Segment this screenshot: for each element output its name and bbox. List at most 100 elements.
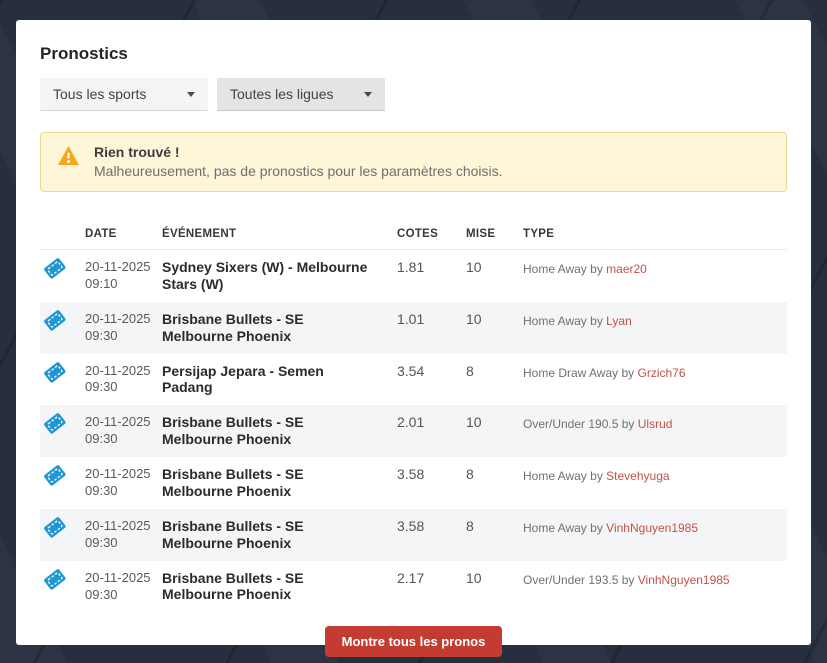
- row-time-value: 09:30: [85, 587, 152, 604]
- user-link[interactable]: Ulsrud: [638, 417, 673, 431]
- row-type-label: Home Away by: [523, 262, 603, 276]
- row-type-label: Home Away by: [523, 469, 603, 483]
- row-type: Over/Under 193.5 by VinhNguyen1985: [523, 561, 787, 613]
- no-results-alert: Rien trouvé ! Malheureusement, pas de pr…: [40, 132, 787, 192]
- page-title: Pronostics: [40, 44, 787, 64]
- ticket-icon[interactable]: [43, 464, 70, 490]
- row-odds: 1.81: [397, 250, 466, 302]
- alert-message: Malheureusement, pas de pronostics pour …: [94, 163, 503, 179]
- ticket-icon[interactable]: [43, 516, 70, 542]
- row-date-value: 20-11-2025: [85, 363, 152, 380]
- user-link[interactable]: Grzich76: [638, 366, 686, 380]
- league-select[interactable]: Toutes les ligues: [217, 78, 385, 111]
- pronostics-card: Pronostics Tous les sports Toutes les li…: [16, 20, 811, 645]
- row-odds: 3.58: [397, 457, 466, 509]
- row-type: Over/Under 190.5 by Ulsrud: [523, 405, 787, 457]
- row-date-value: 20-11-2025: [85, 466, 152, 483]
- row-date: 20-11-2025 09:30: [85, 561, 162, 613]
- row-type-label: Home Away by: [523, 521, 603, 535]
- row-odds: 2.01: [397, 405, 466, 457]
- ticket-icon[interactable]: [43, 309, 70, 335]
- filter-bar: Tous les sports Toutes les ligues: [40, 78, 787, 111]
- row-time-value: 09:30: [85, 328, 152, 345]
- table-header-row: DATE ÉVÉNEMENT COTES MISE TYPE: [40, 219, 787, 250]
- row-date: 20-11-2025 09:10: [85, 250, 162, 302]
- row-stake: 8: [466, 457, 523, 509]
- row-stake: 8: [466, 354, 523, 406]
- row-event: Brisbane Bullets - SE Melbourne Phoenix: [162, 509, 397, 561]
- user-link[interactable]: Stevehyuga: [606, 469, 669, 483]
- header-event: ÉVÉNEMENT: [162, 219, 397, 250]
- row-type: Home Away by VinhNguyen1985: [523, 509, 787, 561]
- row-odds: 1.01: [397, 302, 466, 354]
- warning-triangle-icon: [57, 144, 80, 179]
- header-odds: COTES: [397, 219, 466, 250]
- table-row: 20-11-2025 09:10 Sydney Sixers (W) - Mel…: [40, 250, 787, 302]
- row-icon-cell: [40, 302, 85, 354]
- row-time-value: 09:30: [85, 483, 152, 500]
- row-type-label: Over/Under 190.5 by: [523, 417, 634, 431]
- header-stake: MISE: [466, 219, 523, 250]
- row-event: Brisbane Bullets - SE Melbourne Phoenix: [162, 405, 397, 457]
- row-odds: 3.58: [397, 509, 466, 561]
- row-date: 20-11-2025 09:30: [85, 509, 162, 561]
- row-icon-cell: [40, 509, 85, 561]
- ticket-icon[interactable]: [43, 360, 70, 386]
- row-type: Home Away by Lyan: [523, 302, 787, 354]
- row-date: 20-11-2025 09:30: [85, 405, 162, 457]
- ticket-icon[interactable]: [43, 257, 70, 283]
- user-link[interactable]: Lyan: [606, 314, 632, 328]
- row-time-value: 09:10: [85, 276, 152, 293]
- row-stake: 8: [466, 509, 523, 561]
- header-icon-spacer: [40, 219, 85, 250]
- user-link[interactable]: maer20: [606, 262, 647, 276]
- pronostics-table: DATE ÉVÉNEMENT COTES MISE TYPE 20-11-202…: [40, 219, 787, 612]
- table-row: 20-11-2025 09:30 Brisbane Bullets - SE M…: [40, 509, 787, 561]
- table-row: 20-11-2025 09:30 Brisbane Bullets - SE M…: [40, 457, 787, 509]
- caret-down-icon: [187, 92, 195, 97]
- row-type: Home Away by Stevehyuga: [523, 457, 787, 509]
- header-date: DATE: [85, 219, 162, 250]
- user-link[interactable]: VinhNguyen1985: [606, 521, 698, 535]
- row-type-label: Over/Under 193.5 by: [523, 573, 634, 587]
- row-icon-cell: [40, 457, 85, 509]
- row-time-value: 09:30: [85, 431, 152, 448]
- header-type: TYPE: [523, 219, 787, 250]
- alert-text: Rien trouvé ! Malheureusement, pas de pr…: [94, 144, 503, 179]
- row-stake: 10: [466, 250, 523, 302]
- ticket-icon[interactable]: [43, 567, 70, 593]
- row-date-value: 20-11-2025: [85, 414, 152, 431]
- row-stake: 10: [466, 561, 523, 613]
- row-odds: 2.17: [397, 561, 466, 613]
- row-icon-cell: [40, 405, 85, 457]
- row-date-value: 20-11-2025: [85, 259, 152, 276]
- show-all-pronos-button[interactable]: Montre tous les pronos: [325, 626, 503, 657]
- row-event: Brisbane Bullets - SE Melbourne Phoenix: [162, 457, 397, 509]
- sport-select[interactable]: Tous les sports: [40, 78, 208, 111]
- row-icon-cell: [40, 561, 85, 613]
- table-row: 20-11-2025 09:30 Brisbane Bullets - SE M…: [40, 405, 787, 457]
- row-stake: 10: [466, 405, 523, 457]
- row-event: Sydney Sixers (W) - Melbourne Stars (W): [162, 250, 397, 302]
- league-select-value: Toutes les ligues: [230, 86, 334, 102]
- row-odds: 3.54: [397, 354, 466, 406]
- row-icon-cell: [40, 250, 85, 302]
- user-link[interactable]: VinhNguyen1985: [638, 573, 730, 587]
- row-date: 20-11-2025 09:30: [85, 457, 162, 509]
- row-date-value: 20-11-2025: [85, 518, 152, 535]
- table-footer: Montre tous les pronos: [40, 626, 787, 657]
- caret-down-icon: [364, 92, 372, 97]
- table-row: 20-11-2025 09:30 Brisbane Bullets - SE M…: [40, 561, 787, 613]
- sport-select-value: Tous les sports: [53, 86, 146, 102]
- ticket-icon[interactable]: [43, 412, 70, 438]
- row-time-value: 09:30: [85, 535, 152, 552]
- alert-title: Rien trouvé !: [94, 144, 503, 160]
- row-type-label: Home Away by: [523, 314, 603, 328]
- table-row: 20-11-2025 09:30 Brisbane Bullets - SE M…: [40, 302, 787, 354]
- row-type: Home Away by maer20: [523, 250, 787, 302]
- row-date-value: 20-11-2025: [85, 570, 152, 587]
- row-event: Persijap Jepara - Semen Padang: [162, 354, 397, 406]
- row-type: Home Draw Away by Grzich76: [523, 354, 787, 406]
- row-time-value: 09:30: [85, 379, 152, 396]
- row-event: Brisbane Bullets - SE Melbourne Phoenix: [162, 561, 397, 613]
